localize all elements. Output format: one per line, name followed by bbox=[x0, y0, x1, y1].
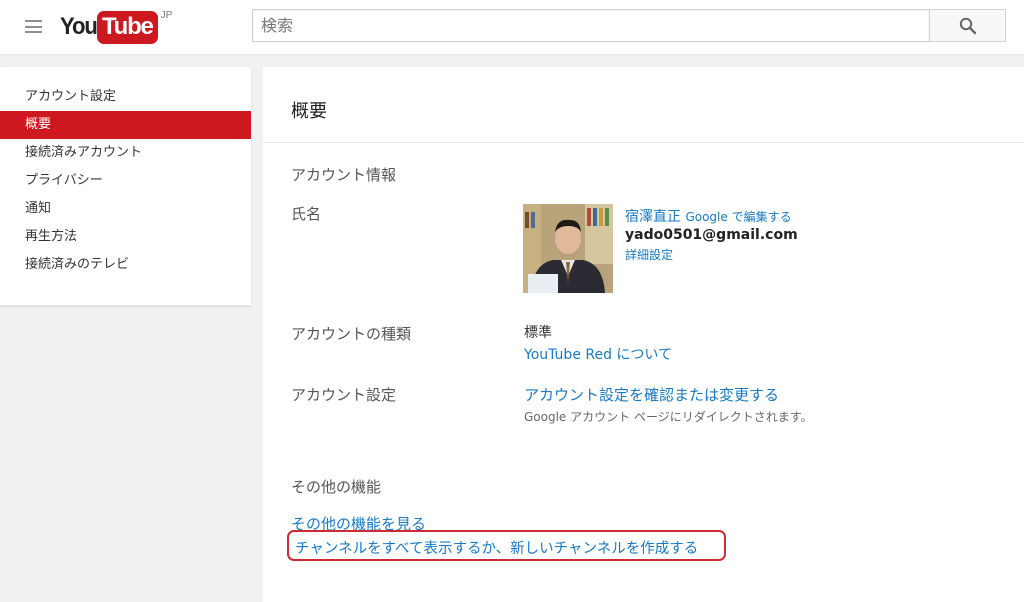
other-features-heading: その他の機能 bbox=[291, 478, 382, 496]
menu-icon[interactable] bbox=[25, 20, 42, 33]
name-line: 宿澤直正 Google で編集する bbox=[625, 206, 792, 226]
account-info-heading: アカウント情報 bbox=[291, 166, 397, 184]
account-settings-link[interactable]: アカウント設定を確認または変更する bbox=[524, 384, 779, 405]
search-button[interactable] bbox=[929, 9, 1006, 42]
account-settings-label: アカウント設定 bbox=[291, 386, 397, 404]
logo-you-text: You bbox=[60, 13, 98, 40]
main-panel: 概要 アカウント情報 氏名 宿澤直正 Google で編集する yado0501… bbox=[263, 67, 1024, 602]
divider bbox=[263, 142, 1024, 143]
account-type-value: 標準 bbox=[524, 325, 552, 341]
edit-in-google-link[interactable]: Google で編集する bbox=[685, 210, 791, 224]
page-title: 概要 bbox=[291, 101, 327, 122]
name-label: 氏名 bbox=[291, 205, 322, 223]
logo-tube-text: Tube bbox=[96, 11, 158, 44]
redirect-note: Google アカウント ページにリダイレクトされます。 bbox=[524, 410, 813, 424]
settings-sidebar: アカウント設定 概要 接続済みアカウント プライバシー 通知 再生方法 接続済み… bbox=[0, 67, 251, 306]
account-type-label: アカウントの種類 bbox=[291, 325, 412, 343]
channels-link[interactable]: チャンネルをすべて表示するか、新しいチャンネルを作成する bbox=[295, 537, 698, 558]
sidebar-item-privacy[interactable]: プライバシー bbox=[0, 167, 251, 195]
sidebar-item-account-settings[interactable]: アカウント設定 bbox=[0, 83, 251, 111]
sidebar-item-overview[interactable]: 概要 bbox=[0, 111, 251, 139]
profile-photo bbox=[523, 204, 613, 293]
sidebar-item-notifications[interactable]: 通知 bbox=[0, 195, 251, 223]
account-name[interactable]: 宿澤直正 bbox=[625, 209, 681, 225]
search-box bbox=[252, 9, 930, 42]
advanced-settings-link[interactable]: 詳細設定 bbox=[625, 246, 673, 263]
youtube-red-link[interactable]: YouTube Red について bbox=[524, 344, 672, 364]
channel-link-highlight: チャンネルをすべて表示するか、新しいチャンネルを作成する bbox=[287, 530, 726, 561]
sidebar-item-connected-accounts[interactable]: 接続済みアカウント bbox=[0, 139, 251, 167]
youtube-logo[interactable]: You Tube JP bbox=[60, 10, 172, 44]
search-icon bbox=[959, 17, 976, 34]
sidebar-item-playback[interactable]: 再生方法 bbox=[0, 223, 251, 251]
search-input[interactable] bbox=[253, 10, 929, 41]
account-email: yado0501@gmail.com bbox=[625, 227, 798, 243]
sidebar-item-connected-tvs[interactable]: 接続済みのテレビ bbox=[0, 251, 251, 279]
masthead: You Tube JP bbox=[0, 0, 1024, 55]
logo-region: JP bbox=[160, 10, 173, 21]
